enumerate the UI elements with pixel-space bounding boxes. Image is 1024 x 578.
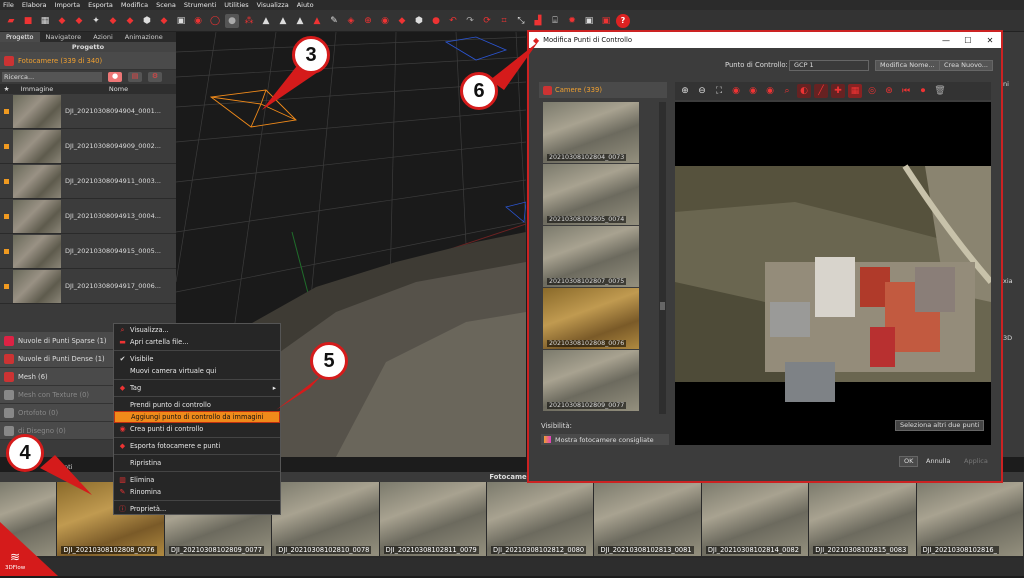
callout-pointers (40, 42, 538, 495)
callout-4: 4 (6, 434, 44, 472)
callout-3: 3 (292, 36, 330, 74)
callout-6: 6 (460, 72, 498, 110)
callout-5: 5 (310, 342, 348, 380)
